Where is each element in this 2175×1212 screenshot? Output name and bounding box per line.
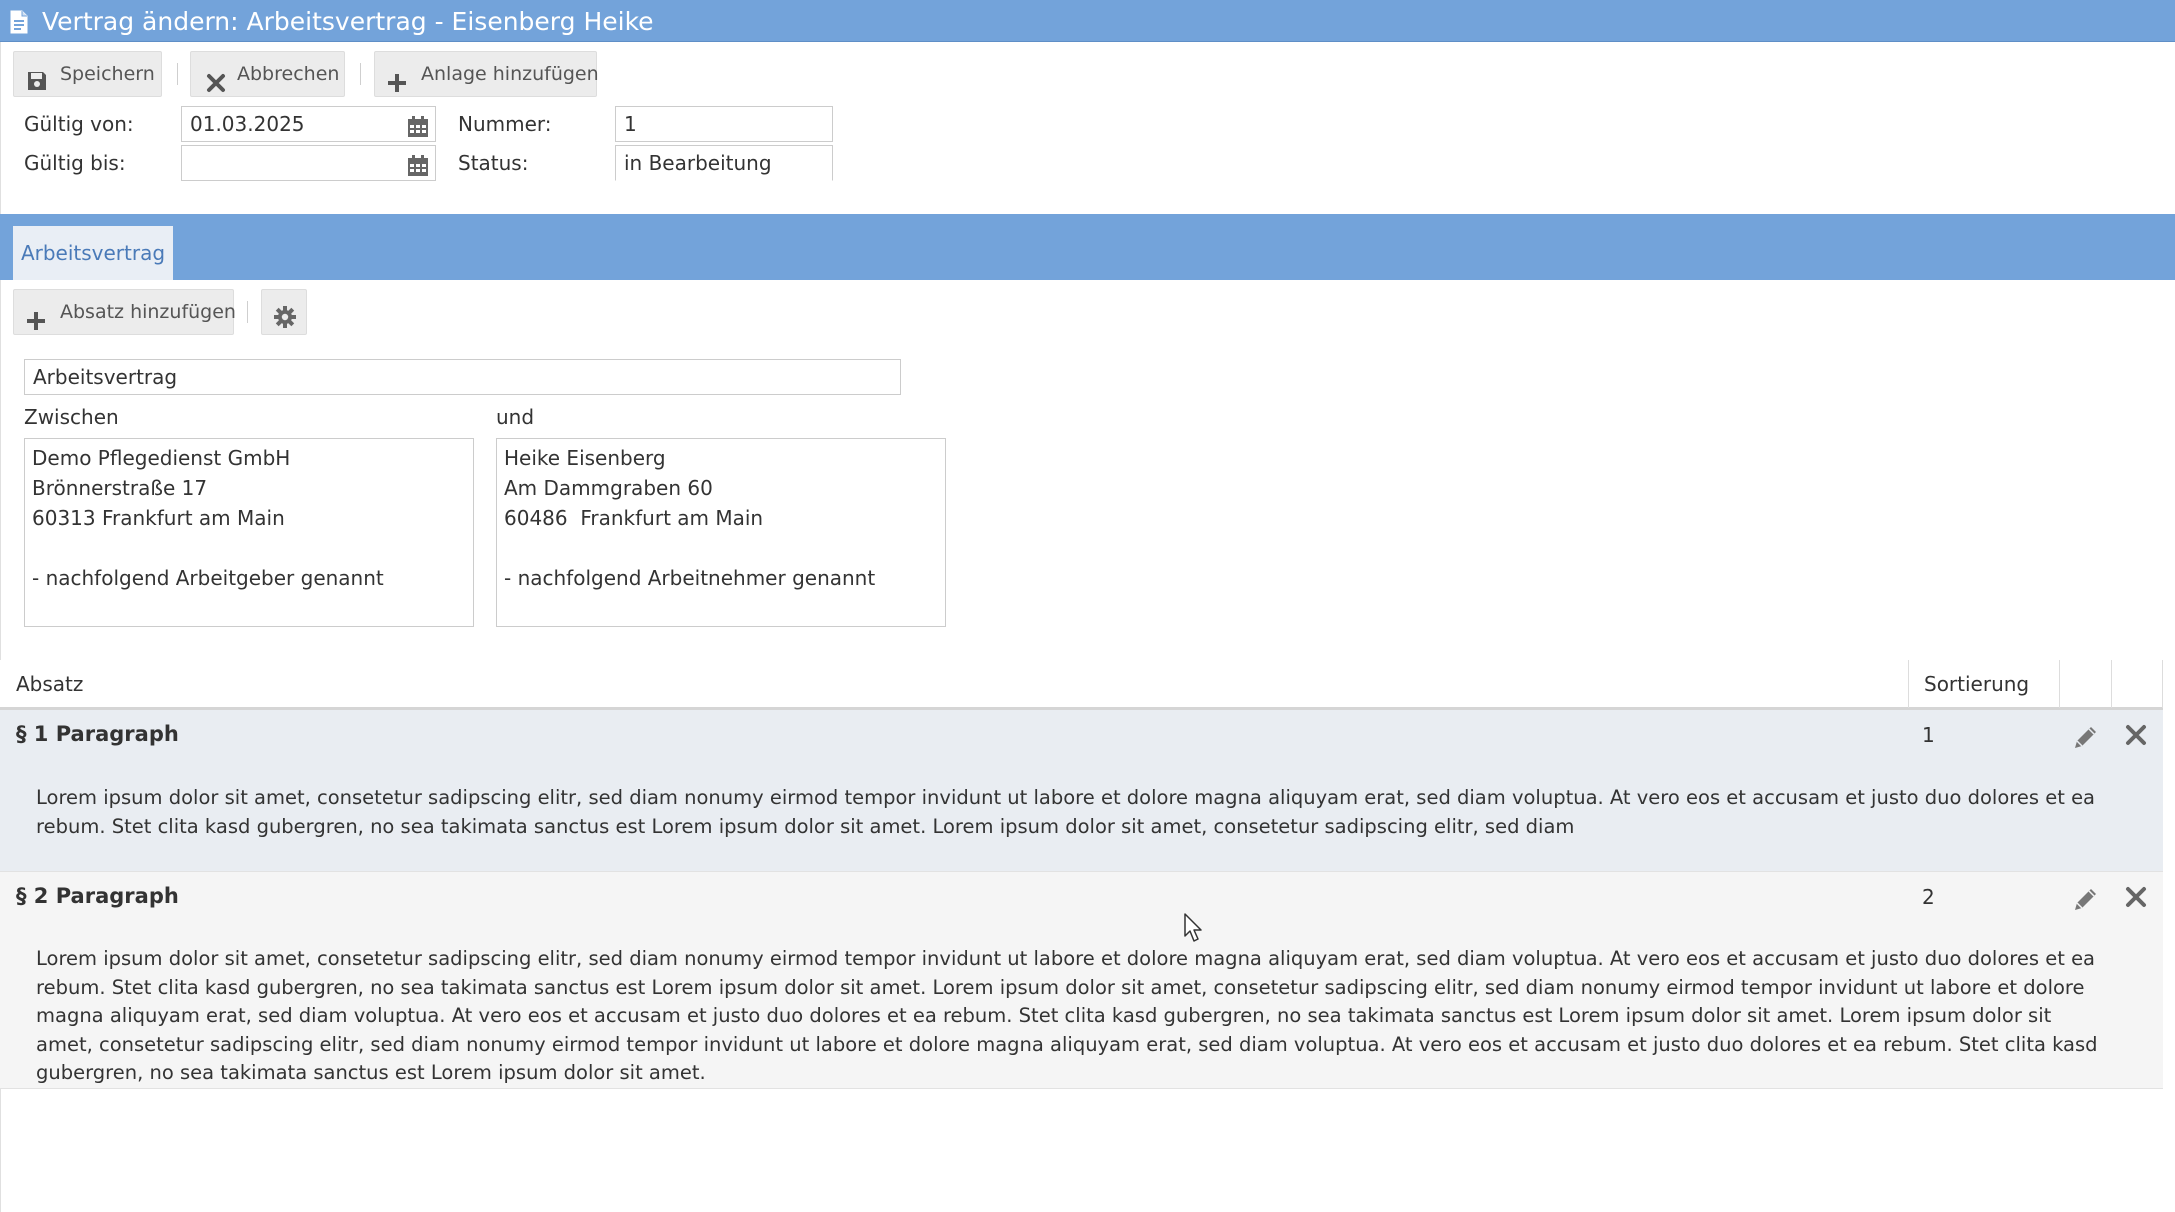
plus-icon bbox=[387, 65, 407, 109]
settings-button[interactable] bbox=[261, 289, 307, 335]
mouse-cursor-icon bbox=[1184, 913, 1204, 947]
valid-from-value: 01.03.2025 bbox=[190, 112, 305, 136]
title-bar: Vertrag ändern: Arbeitsvertrag - Eisenbe… bbox=[0, 0, 2175, 42]
toolbar-divider bbox=[177, 63, 178, 85]
employee-textarea[interactable]: Heike Eisenberg Am Dammgraben 60 60486 F… bbox=[496, 438, 946, 627]
add-paragraph-button[interactable]: Absatz hinzufügen bbox=[13, 289, 236, 335]
cancel-button[interactable]: Abbrechen bbox=[190, 51, 345, 97]
status-value: in Bearbeitung bbox=[624, 151, 772, 175]
valid-from-field[interactable]: 01.03.2025 bbox=[181, 106, 436, 142]
table-row[interactable]: § 2 Paragraph 2 Lorem ipsum dolor sit am… bbox=[0, 872, 2163, 1089]
plus-icon bbox=[26, 303, 46, 347]
employer-textarea[interactable]: Demo Pflegedienst GmbH Brönnerstraße 17 … bbox=[24, 438, 474, 627]
pencil-icon[interactable] bbox=[2071, 722, 2101, 756]
column-header-paragraph[interactable]: Absatz bbox=[16, 660, 83, 708]
paragraph-text: Lorem ipsum dolor sit amet, consetetur s… bbox=[36, 786, 2096, 838]
valid-to-label: Gültig bis: bbox=[24, 151, 126, 175]
column-divider bbox=[2111, 660, 2112, 708]
between-label: Zwischen bbox=[24, 405, 119, 429]
tab-bar: Arbeitsvertrag bbox=[0, 214, 2175, 280]
paragraph-sort: 1 bbox=[1922, 723, 1935, 747]
save-button[interactable]: Speichern bbox=[13, 51, 162, 97]
save-label: Speichern bbox=[60, 63, 155, 85]
paragraph-grid-header: Absatz Sortierung bbox=[0, 660, 2163, 710]
table-row[interactable]: § 1 Paragraph 1 Lorem ipsum dolor sit am… bbox=[0, 710, 2163, 872]
calendar-icon[interactable] bbox=[407, 153, 429, 180]
tab-arbeitsvertrag[interactable]: Arbeitsvertrag bbox=[13, 226, 173, 280]
number-field[interactable]: 1 bbox=[615, 106, 833, 142]
toolbar-divider bbox=[360, 63, 361, 85]
window-title: Vertrag ändern: Arbeitsvertrag - Eisenbe… bbox=[42, 7, 654, 36]
gear-icon bbox=[273, 301, 297, 345]
column-divider bbox=[1908, 660, 1909, 708]
floppy-disk-icon bbox=[26, 64, 48, 108]
column-divider bbox=[2059, 660, 2060, 708]
status-label: Status: bbox=[458, 151, 529, 175]
number-value: 1 bbox=[624, 112, 637, 136]
paragraph-sort: 2 bbox=[1922, 885, 1935, 909]
toolbar-divider bbox=[247, 301, 248, 323]
add-paragraph-label: Absatz hinzufügen bbox=[60, 301, 236, 323]
contract-title-field[interactable]: Arbeitsvertrag bbox=[24, 359, 901, 395]
paragraph-text: Lorem ipsum dolor sit amet, consetetur s… bbox=[36, 947, 2098, 1084]
column-header-sort[interactable]: Sortierung bbox=[1924, 660, 2029, 708]
add-attachment-button[interactable]: Anlage hinzufügen bbox=[374, 51, 599, 97]
paragraph-title: § 2 Paragraph bbox=[16, 884, 179, 908]
delete-icon[interactable] bbox=[2125, 724, 2147, 750]
cancel-label: Abbrechen bbox=[237, 63, 340, 85]
valid-to-field[interactable] bbox=[181, 145, 436, 181]
document-icon bbox=[9, 10, 29, 38]
calendar-icon[interactable] bbox=[407, 114, 429, 141]
status-field: in Bearbeitung bbox=[615, 145, 833, 181]
valid-from-label: Gültig von: bbox=[24, 112, 134, 136]
and-label: und bbox=[496, 405, 535, 429]
close-icon bbox=[206, 65, 226, 109]
add-attachment-label: Anlage hinzufügen bbox=[421, 63, 599, 85]
paragraph-title: § 1 Paragraph bbox=[16, 722, 179, 746]
pencil-icon[interactable] bbox=[2071, 884, 2101, 918]
number-label: Nummer: bbox=[458, 112, 552, 136]
delete-icon[interactable] bbox=[2125, 886, 2147, 912]
contract-title-value: Arbeitsvertrag bbox=[33, 365, 178, 389]
column-divider bbox=[2162, 660, 2163, 708]
